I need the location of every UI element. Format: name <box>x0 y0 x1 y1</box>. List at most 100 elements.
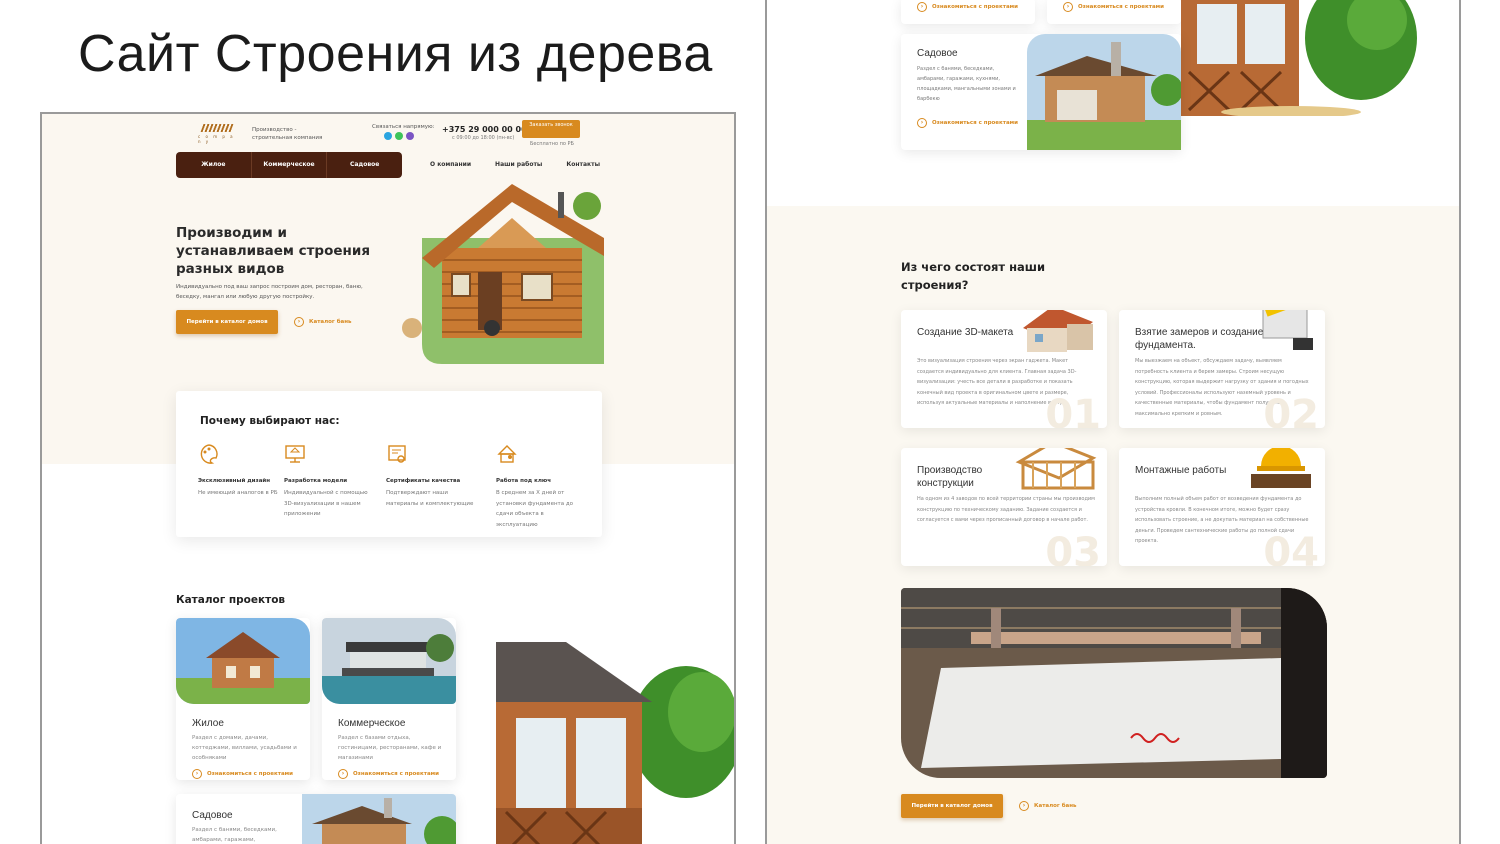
why-item-title: Эксклюзивный дизайн <box>198 478 271 484</box>
why-item-title: Сертификаты качества <box>386 478 461 484</box>
phone-number[interactable]: +375 29 000 00 00 <box>442 125 527 134</box>
why-item: Работа под ключ В среднем за Х дней от у… <box>496 443 586 530</box>
card-link[interactable]: › Ознакомиться с проектами <box>338 769 456 779</box>
viber-icon[interactable] <box>406 132 414 140</box>
arrow-circle-icon: › <box>917 2 927 12</box>
catalog-card-commercial[interactable]: Коммерческое Раздел с базами отдыха, гос… <box>322 618 456 780</box>
nav-item-garden[interactable]: Садовое <box>327 152 402 178</box>
arrow-circle-icon: › <box>192 769 202 779</box>
bath-catalog-label: Каталог бань <box>309 319 352 325</box>
card-name: Коммерческое <box>338 718 406 729</box>
step-title: Производство конструкции <box>917 465 983 489</box>
catalog-houses-button[interactable]: Перейти в каталог домов <box>901 794 1003 818</box>
card-link-label: Ознакомиться с проектами <box>353 771 440 777</box>
measuring-tools-icon <box>1262 310 1313 350</box>
key-house-icon <box>497 445 517 463</box>
hero-heading: Производим и устанавливаем строения разн… <box>176 225 370 277</box>
commercial-building-image <box>322 618 456 704</box>
catalog-card-residential[interactable]: Жилое Раздел с домами, дачами, коттеджам… <box>176 618 310 780</box>
card-link[interactable]: › Ознакомиться с проектами <box>917 2 1018 12</box>
step-number: 01 <box>1045 392 1101 428</box>
telegram-icon[interactable] <box>384 132 392 140</box>
why-item: Сертификаты качества Подтверждают наши м… <box>386 443 476 509</box>
catalog-card-partial[interactable]: › Ознакомиться с проектами <box>1047 0 1181 24</box>
nav-item-about[interactable]: О компании <box>430 161 471 168</box>
arrow-circle-icon: › <box>1019 801 1029 811</box>
step-text: На одном из 4 заводов по всей территории… <box>917 496 1095 523</box>
free-note: Бесплатно по РБ <box>530 141 574 147</box>
card-name: Жилое <box>192 718 224 729</box>
wooden-gazebo-image <box>496 642 734 844</box>
catalog-houses-button[interactable]: Перейти в каталог домов <box>176 310 278 334</box>
bath-catalog-label: Каталог бань <box>1034 803 1077 809</box>
palette-icon <box>200 444 218 464</box>
factory-production-image <box>901 588 1327 778</box>
hero-log-house-image <box>402 184 604 364</box>
category-nav: Жилое Коммерческое Садовое <box>176 152 402 178</box>
why-item-text: Индивидуальной с помощью 3D-визуализации… <box>284 490 368 517</box>
logo[interactable]: c o m p a n y <box>198 124 242 144</box>
step-title: Создание 3D-макета <box>917 327 1014 338</box>
card-link-label: Ознакомиться с проектами <box>207 771 294 777</box>
card-link[interactable]: › Ознакомиться с проектами <box>917 118 1018 128</box>
order-call-button[interactable]: Заказать звонок <box>522 120 580 138</box>
catalog-card-partial[interactable]: › Ознакомиться с проектами <box>901 0 1035 24</box>
bath-catalog-link[interactable]: › Каталог бань <box>1019 801 1077 811</box>
work-hours: с 09:00 до 18:00 (пн-вс) <box>452 135 515 141</box>
why-item-title: Разработка модели <box>284 478 348 484</box>
garden-bbq-gazebo-image <box>1027 34 1181 150</box>
step-card: Монтажные работы Выполним полный объем р… <box>1119 448 1325 566</box>
why-item-text: Подтверждают наши материалы и комплектую… <box>386 490 474 507</box>
nav-item-residential[interactable]: Жилое <box>176 152 252 178</box>
arrow-circle-icon: › <box>1063 2 1073 12</box>
card-name: Садовое <box>917 48 958 59</box>
3d-house-model-icon <box>1023 310 1093 352</box>
steps-title: Из чего состоят наши строения? <box>901 260 1046 292</box>
card-desc: Раздел с базами отдыха, гостиницами, рес… <box>338 735 442 761</box>
whatsapp-icon[interactable] <box>395 132 403 140</box>
nav-item-works[interactable]: Наши работы <box>495 161 542 168</box>
step-card: Создание 3D-макета Это визуализация стро… <box>901 310 1107 428</box>
nav-item-contacts[interactable]: Контакты <box>566 161 600 168</box>
certificate-icon <box>388 445 406 463</box>
why-choose-us-card: Почему выбирают нас: Эксклюзивный дизайн… <box>176 391 602 537</box>
step-title: Взятие замеров и создание фундамента. <box>1135 327 1264 351</box>
why-item-text: Не имеющий аналогов в РБ <box>198 490 278 496</box>
card-desc: Раздел с банями, беседками, амбарами, га… <box>917 66 1016 102</box>
logo-mark-icon <box>200 124 234 132</box>
step-number: 03 <box>1045 530 1101 566</box>
step-card: Взятие замеров и создание фундамента. Мы… <box>1119 310 1325 428</box>
card-link-label: Ознакомиться с проектами <box>932 120 1019 126</box>
card-link[interactable]: › Ознакомиться с проектами <box>192 769 310 779</box>
slide-title: Сайт Строения из дерева <box>78 25 713 83</box>
bath-catalog-link[interactable]: › Каталог бань <box>294 317 352 327</box>
residential-house-image <box>176 618 310 704</box>
garden-gazebo-image <box>302 794 456 844</box>
why-item-text: В среднем за Х дней от установки фундаме… <box>496 490 574 528</box>
hard-hat-tools-icon <box>1251 448 1311 488</box>
step-title: Монтажные работы <box>1135 465 1227 476</box>
website-preview-right: › Ознакомиться с проектами › Ознакомиться … <box>765 0 1461 844</box>
nav-item-commercial[interactable]: Коммерческое <box>252 152 328 178</box>
why-title: Почему выбирают нас: <box>200 415 340 427</box>
why-item-title: Работа под ключ <box>496 478 551 484</box>
step-number: 04 <box>1263 530 1319 566</box>
tagline: Производство - строительная компания <box>252 127 323 141</box>
catalog-card-garden[interactable]: Садовое Раздел с банями, беседками, амба… <box>901 34 1181 150</box>
main-nav: О компании Наши работы Контакты <box>430 161 600 168</box>
hero-text: Индивидуально под ваш запрос построим до… <box>176 284 363 300</box>
messenger-icons <box>384 132 414 140</box>
contact-label: Связаться напрямую: <box>372 124 435 130</box>
house-frame-icon <box>1015 448 1097 490</box>
catalog-card-garden[interactable]: Садовое Раздел с банями, беседками, амба… <box>176 794 456 844</box>
website-preview-left: c o m p a n y Производство - строительна… <box>40 112 736 844</box>
step-number: 02 <box>1263 392 1319 428</box>
gazebo-tree-image <box>1181 0 1417 116</box>
card-link-label: Ознакомиться с проектами <box>1078 4 1165 10</box>
card-link[interactable]: › Ознакомиться с проектами <box>1063 2 1164 12</box>
card-link-label: Ознакомиться с проектами <box>932 4 1019 10</box>
step-card: Производство конструкции На одном из 4 з… <box>901 448 1107 566</box>
why-item: Эксклюзивный дизайн Не имеющий аналогов … <box>198 443 288 499</box>
arrow-circle-icon: › <box>338 769 348 779</box>
card-desc: Раздел с домами, дачами, коттеджами, вил… <box>192 735 297 761</box>
